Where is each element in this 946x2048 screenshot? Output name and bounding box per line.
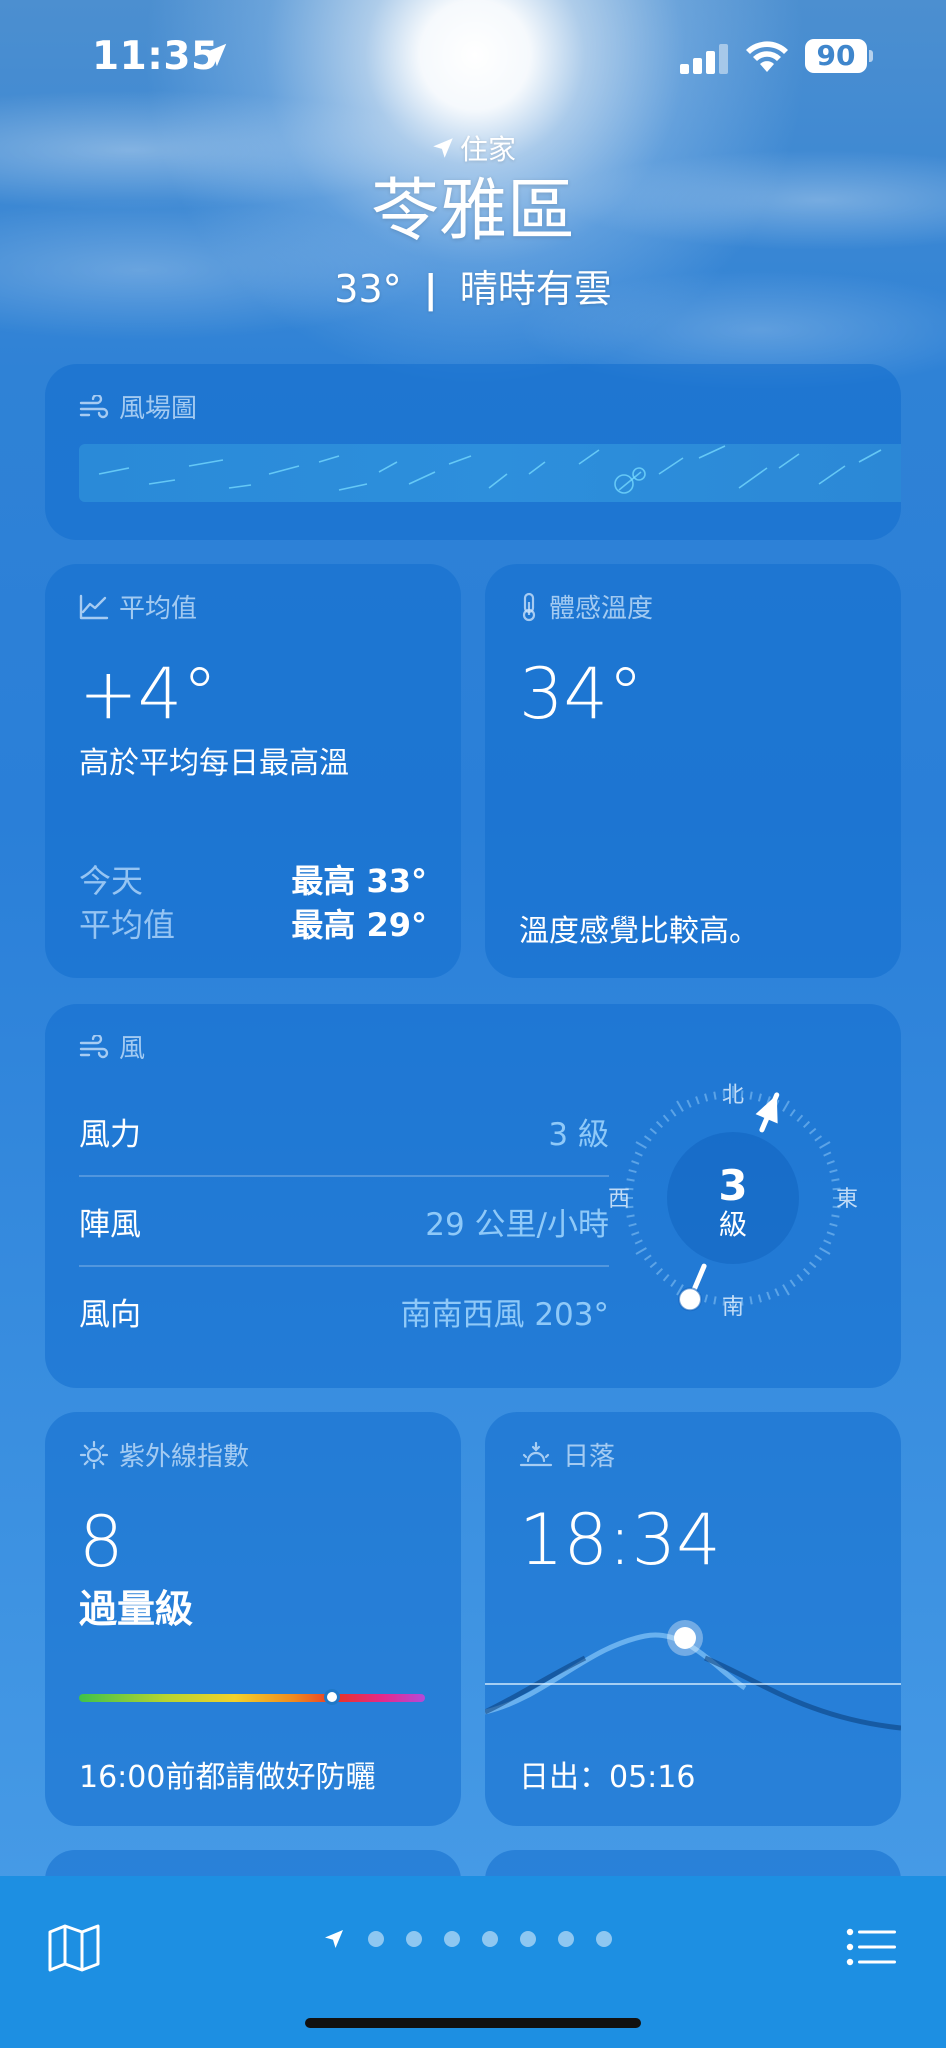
battery-nub [869,50,873,62]
home-indicator [305,2018,641,2028]
sunset-title: 日落 [563,1442,616,1472]
location-label-text: 住家 [459,133,516,166]
location-header: 住家 苓雅區 33° | 晴時有雲 [0,128,946,313]
uv-index-card[interactable]: 紫外線指數 8 過量級 16:00前都請做好防曬 [45,1412,461,1826]
city-name: 苓雅區 [370,172,575,251]
page-dot[interactable] [444,1931,460,1947]
current-location-page-icon [325,1930,343,1948]
current-condition: 33° | 晴時有雲 [0,258,946,313]
condition-separator: | [423,267,438,311]
chart-line-icon [79,594,109,619]
feels-like-title: 體感溫度 [549,594,654,624]
battery-icon: 90 [805,39,867,73]
list-icon[interactable] [846,1928,896,1966]
averages-header: 平均值 [79,588,197,625]
feels-like-value: 34° [519,653,644,735]
compass-center-unit: 級 [719,1208,747,1241]
feels-like-description: 溫度感覺比較高。 [519,914,759,949]
wind-gust-label: 陣風 [79,1206,141,1243]
average-high-row: 平均值 最高 29° [79,900,427,946]
location-arrow-icon [433,138,453,158]
wind-map-title: 風場圖 [119,394,198,424]
cellular-signal-icon [680,44,734,74]
page-dot[interactable] [558,1931,574,1947]
location-arrow-icon [203,43,227,67]
wifi-icon [746,41,788,72]
feels-like-card[interactable]: 體感溫度 34° 溫度感覺比較高。 [485,564,901,978]
status-bar: 11:35 90 [0,30,946,82]
averages-description: 高於平均每日最高溫 [79,746,349,781]
wind-icon [79,394,109,418]
uv-note: 16:00前都請做好防曬 [79,1760,376,1795]
uv-level: 過量級 [79,1587,194,1631]
location-label: 住家 [0,128,946,168]
wind-force-label: 風力 [79,1116,141,1153]
sunrise-time: 日出：05:16 [519,1760,696,1795]
sun-path-chart [485,1620,901,1731]
sun-icon [79,1440,109,1469]
sunset-card[interactable]: 日落 18:34 日出：05:16 [485,1412,901,1826]
current-temperature: 33° [334,267,402,311]
sunset-time: 18:34 [519,1499,721,1581]
wind-compass: 北 南 東 西 3 級 [608,1083,858,1320]
page-indicator[interactable] [322,1924,612,1954]
thermometer-icon [522,592,536,621]
wind-icon [79,1034,109,1058]
averages-title: 平均值 [119,594,198,624]
compass-east: 東 [836,1187,858,1212]
average-value: 最高 29° [291,906,427,944]
wind-gust-value: 29 公里/小時 [425,1206,609,1243]
wind-gust-row: 陣風 29 公里/小時 [79,1177,609,1265]
today-label: 今天 [79,862,144,900]
compass-north: 北 [722,1083,744,1108]
page-dot[interactable] [520,1931,536,1947]
page-dot[interactable] [406,1931,422,1947]
map-icon[interactable] [48,1924,100,1972]
compass-west: 西 [608,1187,630,1212]
averages-card[interactable]: 平均值 +4° 高於平均每日最高溫 今天 最高 33° 平均值 最高 29° [45,564,461,978]
page-dot[interactable] [482,1931,498,1947]
wind-title: 風 [119,1034,146,1064]
sunset-icon [519,1441,553,1466]
wind-direction-value: 南南西風 203° [400,1296,609,1333]
sunset-header: 日落 [519,1436,615,1473]
compass-center-value: 3 [718,1161,747,1210]
wind-card[interactable]: 風 風力 3 級 陣風 29 公里/小時 風向 南南西風 203° 北 南 東 … [45,1004,901,1388]
uv-scale-bar [79,1694,425,1702]
feels-like-header: 體感溫度 [519,588,653,625]
wind-arrow-origin-dot [678,1287,703,1312]
page-dot[interactable] [596,1931,612,1947]
uv-title: 紫外線指數 [119,1442,250,1472]
compass-south: 南 [722,1295,744,1320]
averages-value: +4° [79,653,218,735]
wind-map-card[interactable]: 風場圖 [45,364,901,540]
average-label: 平均值 [79,906,176,944]
today-high-row: 今天 最高 33° [79,856,427,902]
wind-map-header: 風場圖 [79,388,197,425]
page-dot[interactable] [368,1931,384,1947]
wind-direction-label: 風向 [79,1296,141,1333]
wind-force-row: 風力 3 級 [79,1087,609,1175]
wind-direction-row: 風向 南南西風 203° [79,1267,609,1355]
condition-text: 晴時有雲 [459,267,612,311]
today-value: 最高 33° [291,862,427,900]
wind-map-preview [79,444,901,502]
uv-value: 8 [79,1501,124,1583]
wind-header: 風 [79,1028,145,1065]
uv-scale-marker [323,1689,340,1705]
uv-header: 紫外線指數 [79,1436,249,1473]
